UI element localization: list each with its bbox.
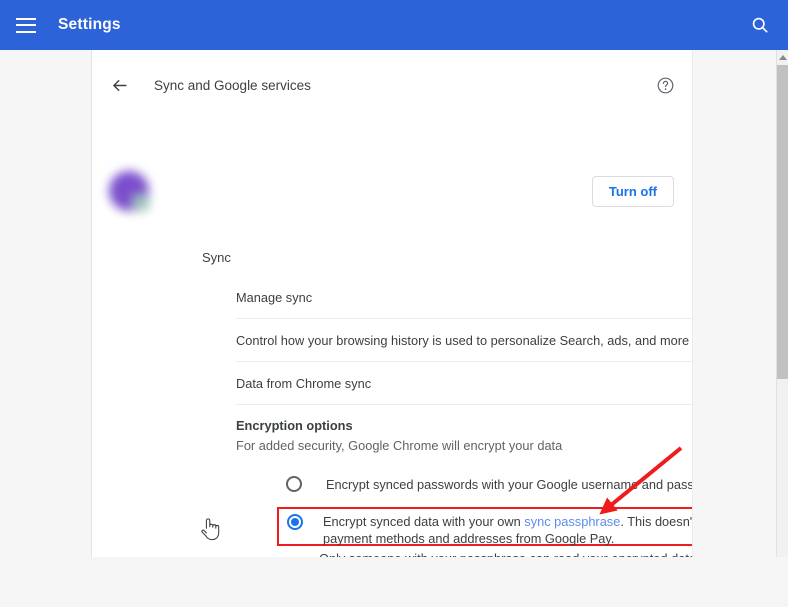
app-bar: Settings [0,0,788,50]
account-name [166,174,231,189]
radio-option-sync-passphrase[interactable]: Encrypt synced data with your own sync p… [277,507,692,546]
encryption-options-title: Encryption options [236,418,353,433]
right-gutter [692,50,776,557]
back-arrow-icon[interactable] [106,72,132,98]
search-icon[interactable] [750,15,770,35]
radio-option-label: Encrypt synced passwords with your Googl… [326,477,692,492]
sync-row-browsing-history[interactable]: Control how your browsing history is use… [236,319,692,362]
avatar-accent [131,193,150,212]
account-row: Turn off [92,160,692,222]
hamburger-line [16,24,36,26]
radio-option-label: Encrypt synced data with your own sync p… [323,513,692,547]
page-title: Sync and Google services [154,77,311,93]
sync-row-manage-sync[interactable]: Manage sync [236,276,692,319]
encryption-options-subtitle: For added security, Google Chrome will e… [236,438,563,453]
account-email [166,196,592,210]
help-circle-icon[interactable] [654,74,676,96]
radio-button-selected[interactable] [287,514,303,530]
body-area: Sync and Google services Turn off Sync M… [0,50,788,557]
sync-rows-list: Manage sync Control how your browsing hi… [236,276,692,405]
hamburger-menu-icon[interactable] [16,17,36,33]
account-text [166,173,592,210]
scroll-up-arrow-icon[interactable] [777,50,788,64]
app-title: Settings [58,16,121,33]
passphrase-text-before: Encrypt synced data with your own [323,514,525,529]
turn-off-button[interactable]: Turn off [591,175,674,207]
scrollbar-thumb[interactable] [777,65,788,379]
help-text-before: Only someone with your passphrase can re… [319,551,692,557]
hamburger-line [16,30,36,33]
sync-section-label: Sync [202,250,231,265]
settings-left-rail [0,50,92,557]
vertical-scrollbar[interactable] [776,50,788,557]
settings-content-card: Sync and Google services Turn off Sync M… [92,50,692,557]
radio-option-google-password[interactable]: Encrypt synced passwords with your Googl… [286,475,692,494]
sync-row-data-from-chrome-sync[interactable]: Data from Chrome sync [236,362,692,405]
sync-row-label: Manage sync [236,289,313,305]
sync-row-label: Data from Chrome sync [236,375,372,391]
sync-row-label: Control how your browsing history is use… [236,332,690,348]
page-header: Sync and Google services [92,62,692,108]
radio-button-unselected[interactable] [286,476,302,492]
avatar [106,168,152,214]
passphrase-help-text: Only someone with your passphrase can re… [319,550,692,557]
hamburger-line [16,17,36,20]
sync-passphrase-link[interactable]: sync passphrase [524,514,620,529]
encryption-options-block: Encryption options For added security, G… [236,418,692,453]
